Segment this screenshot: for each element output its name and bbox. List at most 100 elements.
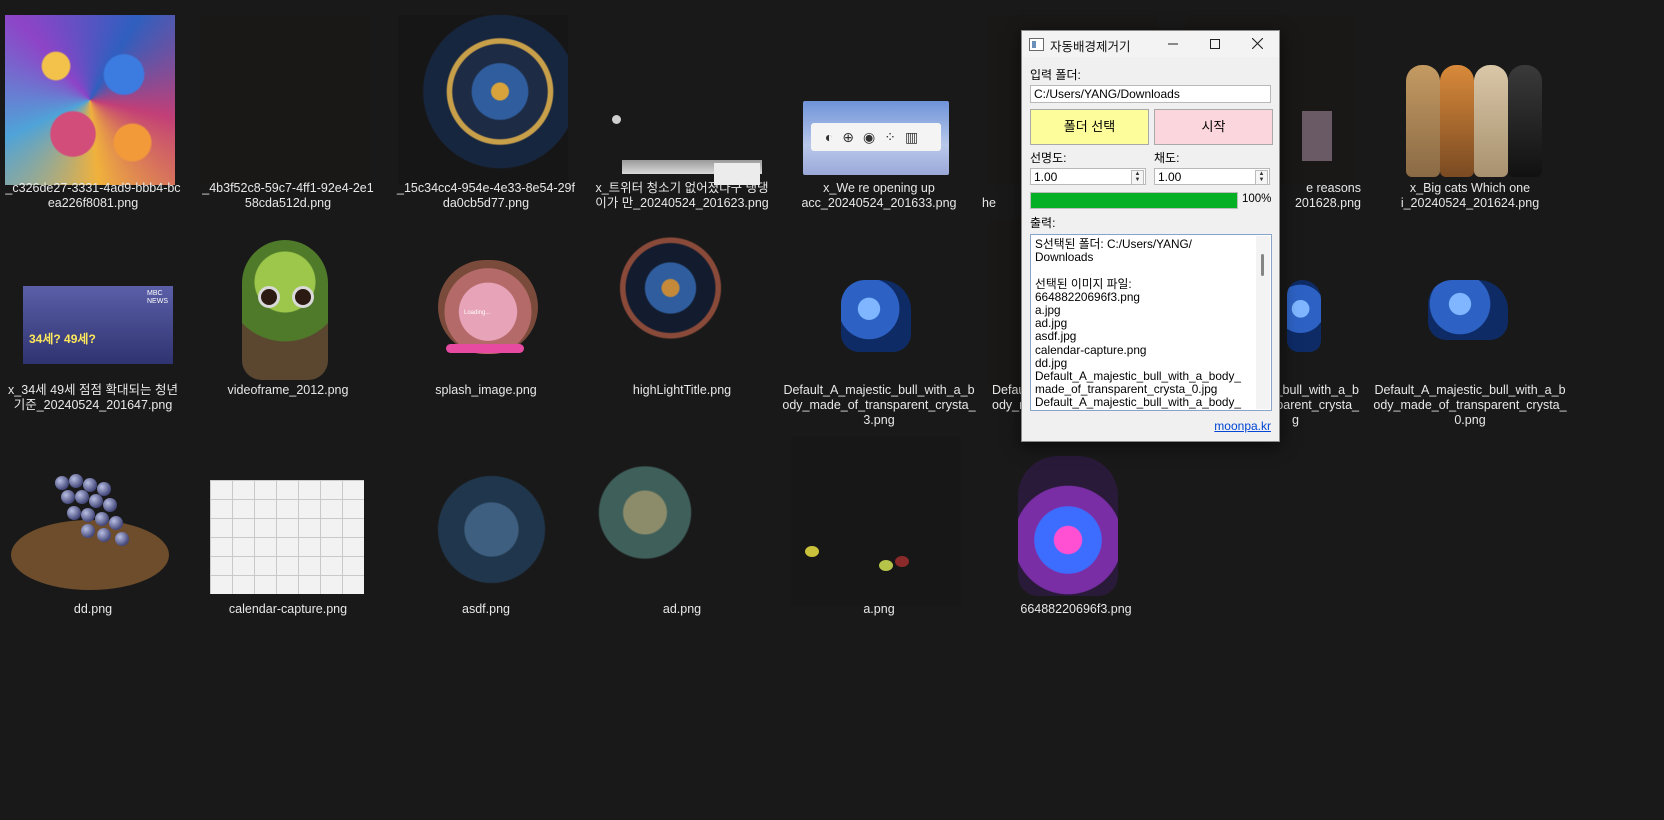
file-name-line: 이가 만_20240524_201623.png <box>595 196 769 210</box>
news-text: 34세? 49세? <box>29 332 96 346</box>
select-folder-button[interactable]: 폴더 선택 <box>1030 109 1149 145</box>
grape-shape <box>115 532 129 546</box>
lion-shape <box>1406 65 1440 177</box>
saturation-label: 채도: <box>1154 151 1180 165</box>
thumbnail <box>5 436 175 606</box>
progress-bar <box>1030 192 1238 209</box>
file-name-line: highLightTitle.png <box>632 383 732 397</box>
sharpness-value: 1.00 <box>1034 170 1058 184</box>
file-name-line: 0.png <box>1454 413 1486 427</box>
thumbnail <box>398 15 568 185</box>
file-name-line: Default_A_majestic_bull_with_a_b <box>1374 383 1566 397</box>
file-name-line: 3.png <box>863 413 895 427</box>
thumb-shape <box>446 344 524 353</box>
file-name-line: 기준_20240524_201647.png <box>13 398 173 412</box>
file-name-line: ea226f8081.png <box>47 196 139 210</box>
sharpness-spinbox[interactable]: 1.00 ▲ ▼ <box>1030 168 1146 185</box>
close-button[interactable] <box>1237 31 1277 57</box>
thumbnail <box>594 220 764 390</box>
input-folder-label: 입력 폴더: <box>1030 68 1081 82</box>
grape-shape <box>97 528 111 542</box>
loading-text: Loading... <box>464 310 491 316</box>
minimize-icon <box>1168 43 1178 45</box>
file-name: x_Big cats Which one i_20240524_201624.p… <box>1372 181 1568 211</box>
file-name: x_트위터 청소기 없어졌다구 댕댕 이가 만_20240524_201623.… <box>584 181 780 211</box>
file-name-line: x_34세 49세 점점 확대되는 청년 <box>8 383 178 397</box>
file-name-line: x_We re opening up <box>823 181 935 195</box>
file-name-line: _15c34cc4-954e-4e33-8e54-29f <box>397 181 575 195</box>
file-name: a.png <box>863 602 895 616</box>
thumbnail <box>988 436 1158 606</box>
file-name-line: ody_made_of_transparent_crysta_ <box>782 398 976 412</box>
file-name: calendar-capture.png <box>228 602 348 616</box>
bull-shape <box>1428 280 1508 340</box>
maximize-icon <box>1210 39 1220 49</box>
bull-shape <box>1287 280 1321 352</box>
file-name: _c326de27-3331-4ad9-bbb4-bc ea226f8081.p… <box>0 181 191 211</box>
file-name-line: da0cb5d77.png <box>442 196 530 210</box>
maximize-button[interactable] <box>1195 31 1235 57</box>
progress-percent: 100% <box>1242 193 1272 205</box>
thumbnail <box>200 220 370 390</box>
file-name: x_34세 49세 점점 확대되는 청년 기준_20240524_201647.… <box>0 383 191 413</box>
file-name: _4b3f52c8-59c7-4ff1-92e4-2e1 58cda512d.p… <box>190 181 386 211</box>
tiger-shape <box>1440 65 1474 177</box>
output-textbox[interactable]: S선택된 폴더: C:/Users/YANG/ Downloads 선택된 이미… <box>1030 234 1272 411</box>
thumb-shape <box>1302 111 1332 161</box>
file-name: ad.png <box>662 602 702 616</box>
spin-arrows-icon[interactable]: ▲ ▼ <box>1131 170 1144 185</box>
thumbnail <box>1382 220 1552 390</box>
file-name: Default_A_majestic_bull_with_a_b ody_mad… <box>781 383 977 428</box>
thumb-shape <box>258 286 280 308</box>
thumbnail: Loading... <box>398 220 568 390</box>
saturation-spinbox[interactable]: 1.00 ▲ ▼ <box>1154 168 1270 185</box>
bull-shape <box>841 280 911 352</box>
saturation-value: 1.00 <box>1158 170 1182 184</box>
input-folder-field[interactable]: C:/Users/YANG/Downloads <box>1030 85 1271 103</box>
grape-shape <box>75 490 89 504</box>
thumbnail <box>594 436 764 606</box>
file-name-line: splash_image.png <box>435 383 537 397</box>
grape-shape <box>81 524 95 538</box>
thumb-shape <box>612 115 621 124</box>
scrollbar-thumb[interactable] <box>1261 254 1264 276</box>
grape-shape <box>103 498 117 512</box>
output-scrollbar[interactable] <box>1256 236 1270 409</box>
thumbnail <box>791 436 961 606</box>
thumbnail <box>200 15 370 185</box>
thumb-shape <box>438 260 538 354</box>
file-name-line: acc_20240524_201633.png <box>801 196 957 210</box>
start-button[interactable]: 시작 <box>1154 109 1273 145</box>
file-name: 66488220696f3.png <box>1020 602 1132 616</box>
file-name: x_We re opening up acc_20240524_201633.p… <box>781 181 977 211</box>
file-explorer-grid: _c326de27-3331-4ad9-bbb4-bc ea226f8081.p… <box>0 0 1664 820</box>
grape-shape <box>89 494 103 508</box>
app-icon <box>1029 38 1044 51</box>
grape-shape <box>109 516 123 530</box>
sharpness-label: 선명도: <box>1030 151 1067 165</box>
grape-shape <box>95 512 109 526</box>
thumbnail <box>1382 15 1552 185</box>
file-name-line: 58cda512d.png <box>244 196 332 210</box>
lioness-shape <box>1474 65 1508 177</box>
window-title: 자동배경제거기 <box>1050 40 1131 54</box>
file-name-line: i_20240524_201624.png <box>1400 196 1540 210</box>
spin-arrows-icon[interactable]: ▲ ▼ <box>1255 170 1268 185</box>
file-name-line: ody_made_of_transparent_crysta_ <box>1373 398 1567 412</box>
thumb-shape <box>805 546 819 557</box>
thumbnail <box>5 15 175 185</box>
thumb-shape <box>1018 456 1118 596</box>
panther-shape <box>1508 65 1542 177</box>
minimize-button[interactable] <box>1153 31 1193 57</box>
file-name-line: videoframe_2012.png <box>227 383 349 397</box>
moonpa-link[interactable]: moonpa.kr <box>1214 419 1271 433</box>
thumb-shape <box>242 240 328 380</box>
thumbnail <box>398 436 568 606</box>
progress-fill <box>1031 193 1237 208</box>
thumb-shape <box>210 480 364 594</box>
thumb-shape <box>879 560 893 571</box>
grape-shape <box>69 474 83 488</box>
thumbnail <box>594 15 764 185</box>
news-logo: MBC NEWS <box>147 290 168 305</box>
title-bar[interactable]: 자동배경제거기 <box>1022 31 1279 57</box>
